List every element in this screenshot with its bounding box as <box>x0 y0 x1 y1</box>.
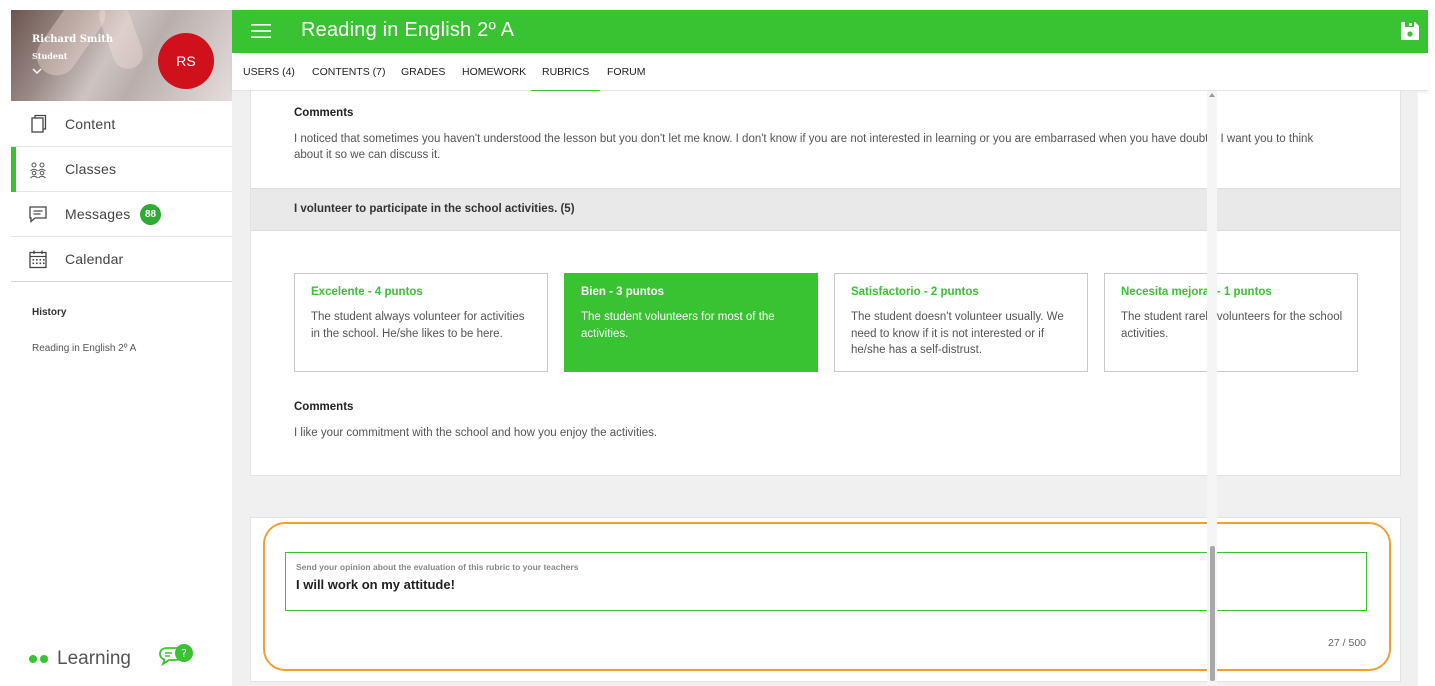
comment-line: I noticed that sometimes you haven't und… <box>294 133 1314 145</box>
main-content: Comments I noticed that sometimes you ha… <box>232 91 1418 686</box>
level-satisfactorio[interactable]: Satisfactorio - 2 puntos The student doe… <box>834 273 1088 372</box>
chevron-down-icon[interactable] <box>32 66 42 76</box>
profile-header[interactable]: Richard Smith Student RS <box>11 10 232 101</box>
tab-homework[interactable]: HOMEWORK <box>462 53 526 91</box>
messages-icon <box>29 206 47 223</box>
page-title: Reading in English 2º A <box>301 19 515 41</box>
avatar[interactable]: RS <box>158 33 214 89</box>
tab-forum[interactable]: FORUM <box>607 53 646 91</box>
tab-contents[interactable]: CONTENTS (7) <box>312 53 386 91</box>
sidebar-item-label: Classes <box>65 161 117 177</box>
rubric-card: Comments I noticed that sometimes you ha… <box>250 91 1401 476</box>
sidebar-item-classes[interactable]: Classes <box>11 147 232 192</box>
sidebar: Richard Smith Student RS Content Classes… <box>11 10 232 686</box>
messages-count-badge: 88 <box>140 204 161 225</box>
tab-grades[interactable]: GRADES <box>401 53 445 91</box>
learning-logo: Learning <box>29 648 131 670</box>
opinion-input[interactable]: Send your opinion about the evaluation o… <box>285 552 1367 611</box>
criterion-header: I volunteer to participate in the school… <box>251 188 1400 231</box>
opinion-card: Send your opinion about the evaluation o… <box>250 517 1401 682</box>
level-description: The student doesn't volunteer usually. W… <box>851 311 1064 356</box>
history-title: History <box>32 307 67 318</box>
criterion-title: I volunteer to participate in the school… <box>294 203 575 215</box>
user-role: Student <box>32 51 68 61</box>
opinion-input-value: I will work on my attitude! <box>296 577 455 592</box>
sidebar-divider <box>11 281 232 282</box>
help-chat-icon[interactable]: ? <box>157 642 197 672</box>
level-description: The student rarely volunteers for the sc… <box>1121 311 1343 340</box>
classes-icon <box>30 162 46 179</box>
level-title: Necesita mejorar - 1 puntos <box>1121 286 1272 298</box>
sidebar-item-label: Content <box>65 116 116 132</box>
sidebar-item-messages[interactable]: Messages 88 <box>11 192 232 237</box>
logo-dot-icon <box>40 655 48 663</box>
tab-users[interactable]: USERS (4) <box>243 53 295 91</box>
tab-rubrics[interactable]: RUBRICS <box>530 53 601 92</box>
content-icon <box>31 114 47 133</box>
svg-text:?: ? <box>181 647 187 660</box>
save-icon[interactable] <box>1400 21 1420 41</box>
hamburger-menu-icon[interactable] <box>251 23 271 39</box>
level-description: The student volunteers for most of the a… <box>581 311 775 340</box>
top-bar: Reading in English 2º A <box>232 10 1428 53</box>
level-title: Excelente - 4 puntos <box>311 286 423 298</box>
character-counter: 27 / 500 <box>1328 637 1366 649</box>
level-necesita-mejorar[interactable]: Necesita mejorar - 1 puntos The student … <box>1104 273 1358 372</box>
scroll-up-arrow-icon[interactable] <box>1209 93 1215 97</box>
logo-dot-icon <box>29 655 37 663</box>
sidebar-item-label: Messages <box>65 206 131 222</box>
comment-line: about it so we can discuss it. <box>294 149 441 161</box>
level-description: The student always volunteer for activit… <box>311 311 525 340</box>
level-title: Bien - 3 puntos <box>581 286 665 298</box>
level-excelente[interactable]: Excelente - 4 puntos The student always … <box>294 273 548 372</box>
history-item[interactable]: Reading in English 2º A <box>32 343 136 354</box>
main-scrollbar[interactable] <box>1207 91 1217 686</box>
level-bien[interactable]: Bien - 3 puntos The student volunteers f… <box>564 273 818 372</box>
scroll-thumb[interactable] <box>1210 546 1215 681</box>
previous-comments-label: Comments <box>294 107 354 119</box>
sidebar-item-content[interactable]: Content <box>11 102 232 147</box>
sidebar-item-label: Calendar <box>65 251 124 267</box>
tab-bar: USERS (4) CONTENTS (7) GRADES HOMEWORK R… <box>232 53 1428 92</box>
comments-text: I like your commitment with the school a… <box>294 427 658 439</box>
previous-comments-text: I noticed that sometimes you haven't und… <box>294 131 1313 163</box>
opinion-input-label: Send your opinion about the evaluation o… <box>296 562 579 572</box>
app-window: Richard Smith Student RS Content Classes… <box>11 10 1428 686</box>
calendar-icon <box>29 250 47 269</box>
sidebar-item-calendar[interactable]: Calendar <box>11 237 232 282</box>
logo-text: Learning <box>57 648 131 669</box>
level-title: Satisfactorio - 2 puntos <box>851 286 979 298</box>
comments-label: Comments <box>294 401 354 413</box>
user-name: Richard Smith <box>32 34 114 45</box>
